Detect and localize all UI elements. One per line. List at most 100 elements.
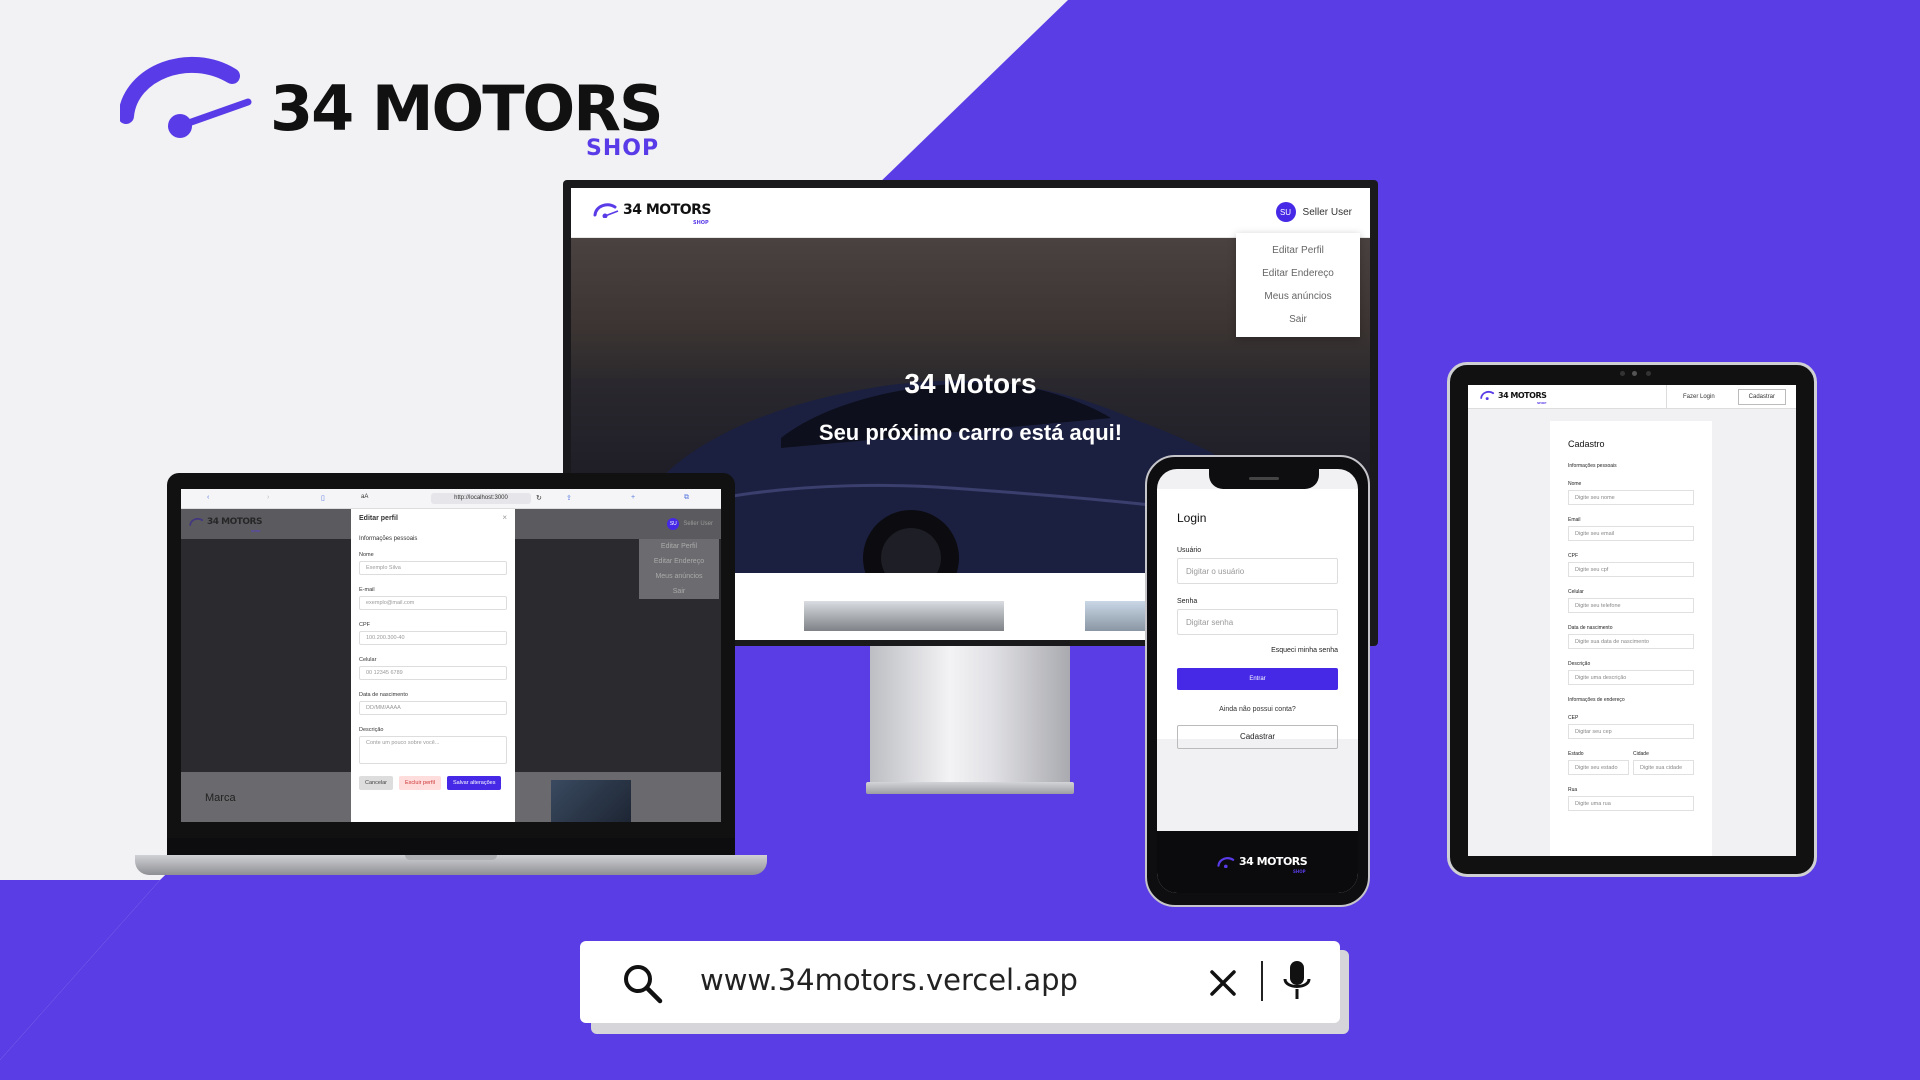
birthdate-field[interactable]: DD/MM/AAAA <box>359 701 507 715</box>
close-icon[interactable] <box>1208 965 1238 999</box>
cancel-button[interactable]: Cancelar <box>359 776 394 790</box>
field-label: CEP <box>1568 715 1579 721</box>
tablet: 34 MOTORS SHOP Fazer Login Cadastrar Cad… <box>1447 362 1817 877</box>
menu-item-my-ads[interactable]: Meus anúncios <box>639 569 719 584</box>
field-label: Descrição <box>359 727 384 733</box>
register-button[interactable]: Cadastrar <box>1177 725 1338 749</box>
hero-subtitle: Seu próximo carro está aqui! <box>818 420 1123 445</box>
laptop-logo-sub: SHOP <box>251 529 261 533</box>
name-field[interactable]: Digite seu nome <box>1568 490 1694 505</box>
desktop-header: 34 MOTORS SHOP SU Seller User <box>571 188 1370 238</box>
brand-name: 34 MOTORS <box>270 72 664 145</box>
new-tab-icon[interactable]: + <box>631 494 635 501</box>
tablet-logo-sub: SHOP <box>1537 401 1547 405</box>
smartphone: Login Usuário Digitar o usuário Senha Di… <box>1145 455 1370 907</box>
field-label: Nome <box>359 552 374 558</box>
laptop-hinge <box>167 838 735 856</box>
field-label: Email <box>1568 517 1581 523</box>
signup-title: Cadastro <box>1568 439 1605 449</box>
field-label: Estado <box>1568 751 1584 757</box>
cpf-field[interactable]: Digite seu cpf <box>1568 562 1694 577</box>
menu-item-edit-address[interactable]: Editar Endereço <box>639 554 719 569</box>
field-label: Rua <box>1568 787 1578 793</box>
phone-notch <box>1209 469 1319 489</box>
menu-item-logout[interactable]: Sair <box>639 584 719 599</box>
search-input[interactable]: www.34motors.vercel.app <box>700 963 1078 997</box>
user-name: Seller User <box>1302 206 1352 218</box>
save-button[interactable]: Salvar alterações <box>446 776 502 790</box>
field-label: CPF <box>1568 553 1578 559</box>
monitor-stand-base <box>866 782 1074 794</box>
email-field[interactable]: Digite seu email <box>1568 526 1694 541</box>
modal-actions: Cancelar Excluir perfil Salvar alteraçõe… <box>359 776 507 790</box>
tablet-header: 34 MOTORS SHOP Fazer Login Cadastrar <box>1468 385 1796 409</box>
search-icon[interactable] <box>620 961 664 1005</box>
laptop-logo[interactable]: 34 MOTORS SHOP <box>189 517 262 533</box>
tablet-camera <box>1620 371 1651 377</box>
mic-icon[interactable] <box>1280 959 1314 1003</box>
field-label: Nome <box>1568 481 1582 487</box>
form-section-title: Informações de endereço <box>1568 697 1625 703</box>
menu-item-my-ads[interactable]: Meus anúncios <box>1236 285 1360 308</box>
field-label: CPF <box>359 622 370 628</box>
phone-field[interactable]: 00 12345 6789 <box>359 666 507 680</box>
tabs-icon[interactable]: ⧉ <box>684 494 689 502</box>
password-label: Senha <box>1177 598 1198 605</box>
speedometer-icon <box>1217 857 1235 868</box>
cep-field[interactable]: Digitar seu cep <box>1568 724 1694 739</box>
field-label: Celular <box>1568 589 1584 595</box>
listing-thumbnail[interactable] <box>804 601 1004 631</box>
birthdate-field[interactable]: Digite sua data de nascimento <box>1568 634 1694 649</box>
forgot-password-link[interactable]: Esqueci minha senha <box>1177 647 1338 654</box>
user-dropdown-menu: Editar Perfil Editar Endereço Meus anúnc… <box>639 539 719 599</box>
login-button[interactable]: Entrar <box>1177 668 1338 690</box>
state-field[interactable]: Digite seu estado <box>1568 760 1629 775</box>
phone-field[interactable]: Digite seu telefone <box>1568 598 1694 613</box>
description-field[interactable]: Conte um pouco sobre você... <box>359 736 507 764</box>
login-link[interactable]: Fazer Login <box>1666 385 1731 409</box>
filter-brand-label: Marca <box>205 792 236 804</box>
search-bar[interactable]: www.34motors.vercel.app <box>580 941 1340 1023</box>
field-label: Descrição <box>1568 661 1591 667</box>
desktop-logo[interactable]: 34 MOTORS SHOP <box>593 202 712 226</box>
reload-icon[interactable]: ↻ <box>536 494 542 502</box>
address-bar[interactable]: http://localhost:3000 <box>431 493 531 504</box>
menu-item-edit-profile[interactable]: Editar Perfil <box>1236 239 1360 262</box>
signup-button[interactable]: Cadastrar <box>1737 389 1786 405</box>
city-field[interactable]: Digite sua cidade <box>1633 760 1694 775</box>
edit-profile-modal: Editar perfil × Informações pessoais Nom… <box>351 509 515 822</box>
description-field[interactable]: Digite uma descrição <box>1568 670 1694 685</box>
email-field[interactable]: exemplo@mail.com <box>359 596 507 610</box>
laptop-logo-text: 34 MOTORS <box>207 517 262 527</box>
field-label: E-mail <box>359 587 375 593</box>
password-input[interactable]: Digitar senha <box>1177 609 1338 635</box>
street-field[interactable]: Digite uma rua <box>1568 796 1694 811</box>
avatar: SU <box>667 518 680 530</box>
delete-profile-button[interactable]: Excluir perfil <box>399 776 441 790</box>
tablet-logo[interactable]: 34 MOTORS SHOP <box>1480 390 1547 405</box>
cpf-field[interactable]: 100.200.300-40 <box>359 631 507 645</box>
divider <box>1261 961 1263 1001</box>
reader-icon[interactable]: aA <box>361 494 368 500</box>
laptop: ‹ › ▯ aA http://localhost:3000 ↻ ⇪ + ⧉ 3… <box>167 473 735 838</box>
back-icon[interactable]: ‹ <box>207 494 209 501</box>
no-account-text: Ainda não possui conta? <box>1219 706 1296 713</box>
menu-item-logout[interactable]: Sair <box>1236 308 1360 331</box>
field-label: Cidade <box>1633 751 1649 757</box>
sidebar-icon[interactable]: ▯ <box>321 494 325 502</box>
field-label: Data de nascimento <box>359 692 408 698</box>
field-label: Data de nascimento <box>1568 625 1613 631</box>
name-field[interactable]: Exemplo Silva <box>359 561 507 575</box>
listing-thumbnail[interactable] <box>551 780 631 822</box>
user-menu-toggle[interactable]: SU Seller User <box>667 518 713 530</box>
menu-item-edit-address[interactable]: Editar Endereço <box>1236 262 1360 285</box>
laptop-base <box>135 855 767 875</box>
close-icon[interactable]: × <box>502 513 507 522</box>
forward-icon[interactable]: › <box>267 494 269 501</box>
username-input[interactable]: Digitar o usuário <box>1177 558 1338 584</box>
desktop-logo-text: 34 MOTORS <box>623 202 712 218</box>
phone-footer-logo[interactable]: 34 MOTORS SHOP <box>1217 855 1308 874</box>
share-icon[interactable]: ⇪ <box>566 494 572 502</box>
user-menu-toggle[interactable]: SU Seller User <box>1275 202 1352 222</box>
menu-item-edit-profile[interactable]: Editar Perfil <box>639 539 719 554</box>
